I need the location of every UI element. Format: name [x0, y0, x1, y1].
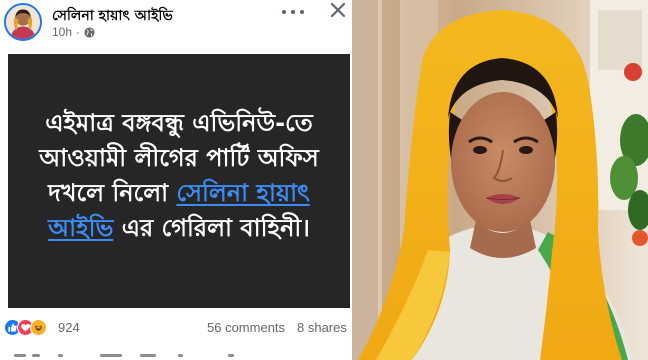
post-text: এইমাত্র বঙ্গবন্ধু এভিনিউ-তে আওয়ামী লীগে… — [29, 106, 329, 246]
facebook-post: সেলিনা হায়াৎ আইভি 10h · এইমাত্র বঙ্গবন্… — [0, 0, 352, 360]
reactions-summary[interactable] — [4, 319, 47, 336]
post-meta: 10h · — [52, 25, 95, 39]
post-header: সেলিনা হায়াৎ আইভি 10h · — [0, 0, 352, 48]
shares-count[interactable]: 8 shares — [297, 320, 347, 335]
close-icon[interactable] — [328, 0, 348, 20]
post-stats: 924 56 comments 8 shares — [0, 312, 352, 342]
avatar-image — [6, 5, 40, 39]
more-options-icon[interactable] — [282, 4, 304, 20]
meta-separator: · — [76, 25, 81, 39]
post-text-card: এইমাত্র বঙ্গবন্ধু এভিনিউ-তে আওয়ামী লীগে… — [8, 54, 350, 308]
post-time[interactable]: 10h — [52, 25, 72, 39]
haha-icon — [30, 319, 47, 336]
comments-count[interactable]: 56 comments — [207, 320, 285, 335]
author-avatar[interactable] — [4, 3, 42, 41]
portrait-image — [352, 0, 648, 360]
globe-icon — [84, 26, 95, 38]
post-text-tail: এর গেরিলা বাহিনী। — [113, 214, 310, 242]
reaction-count[interactable]: 924 — [58, 320, 80, 335]
portrait-photo — [352, 0, 648, 360]
action-bar-partial — [0, 348, 352, 360]
